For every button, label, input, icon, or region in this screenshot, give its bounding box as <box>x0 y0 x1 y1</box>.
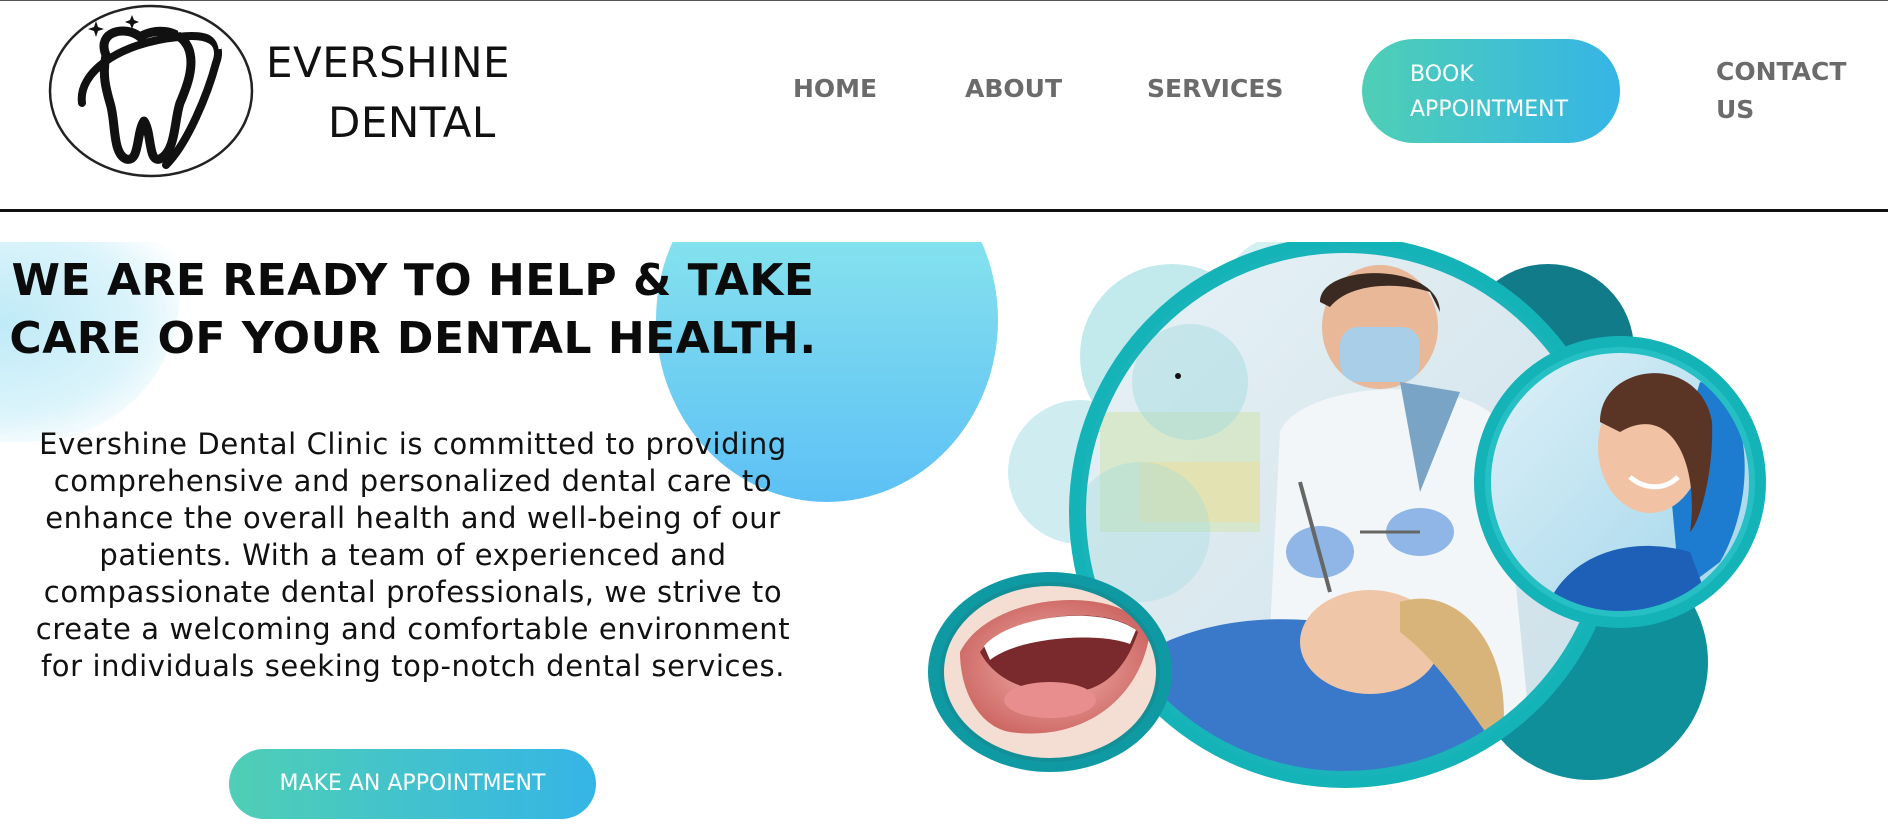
hero-description-line: for individuals seeking top-notch dental… <box>40 649 786 683</box>
site-header: EVERSHINE DENTAL HOME ABOUT SERVICES BOO… <box>0 0 1888 212</box>
brand-name-line2: DENTAL <box>328 98 496 147</box>
book-appointment-label-line2: APPOINTMENT <box>1410 97 1569 122</box>
hero-description-line: compassionate dental professionals, we s… <box>43 575 783 609</box>
hero-headline: WE ARE READY TO HELP & TAKE CARE OF YOUR… <box>0 252 826 368</box>
nav-about-link[interactable]: ABOUT <box>965 74 1062 103</box>
nav-services-link[interactable]: SERVICES <box>1147 74 1283 103</box>
hero-description-line: Evershine Dental Clinic is committed to … <box>39 427 787 461</box>
contact-label-line1: CONTACT <box>1716 57 1847 86</box>
hero-description-line: enhance the overall health and well-bein… <box>45 501 781 535</box>
brand-name-line1: EVERSHINE <box>266 38 511 87</box>
nav-home-link[interactable]: HOME <box>793 74 877 103</box>
hero-headline-line2: CARE OF YOUR DENTAL HEALTH. <box>9 313 817 364</box>
book-appointment-button[interactable]: BOOK APPOINTMENT <box>1362 39 1620 143</box>
hero-image-collage <box>928 242 1766 788</box>
contact-label-line2: US <box>1716 95 1755 124</box>
hero-headline-line1: WE ARE READY TO HELP & TAKE <box>11 255 815 306</box>
hero-description-line: create a welcoming and comfortable envir… <box>35 612 791 646</box>
book-appointment-label-line1: BOOK <box>1410 62 1474 87</box>
brand-name[interactable]: EVERSHINE DENTAL <box>266 33 510 153</box>
nav-contact-link[interactable]: CONTACT US <box>1716 53 1846 129</box>
make-appointment-button[interactable]: MAKE AN APPOINTMENT <box>229 749 596 819</box>
hero-description-line: comprehensive and personalized dental ca… <box>53 464 773 498</box>
tooth-logo-icon[interactable] <box>48 3 254 180</box>
hero-description-line: patients. With a team of experienced and <box>99 538 727 572</box>
hero-description: Evershine Dental Clinic is committed to … <box>0 426 826 685</box>
hero-section: WE ARE READY TO HELP & TAKE CARE OF YOUR… <box>0 242 1888 826</box>
